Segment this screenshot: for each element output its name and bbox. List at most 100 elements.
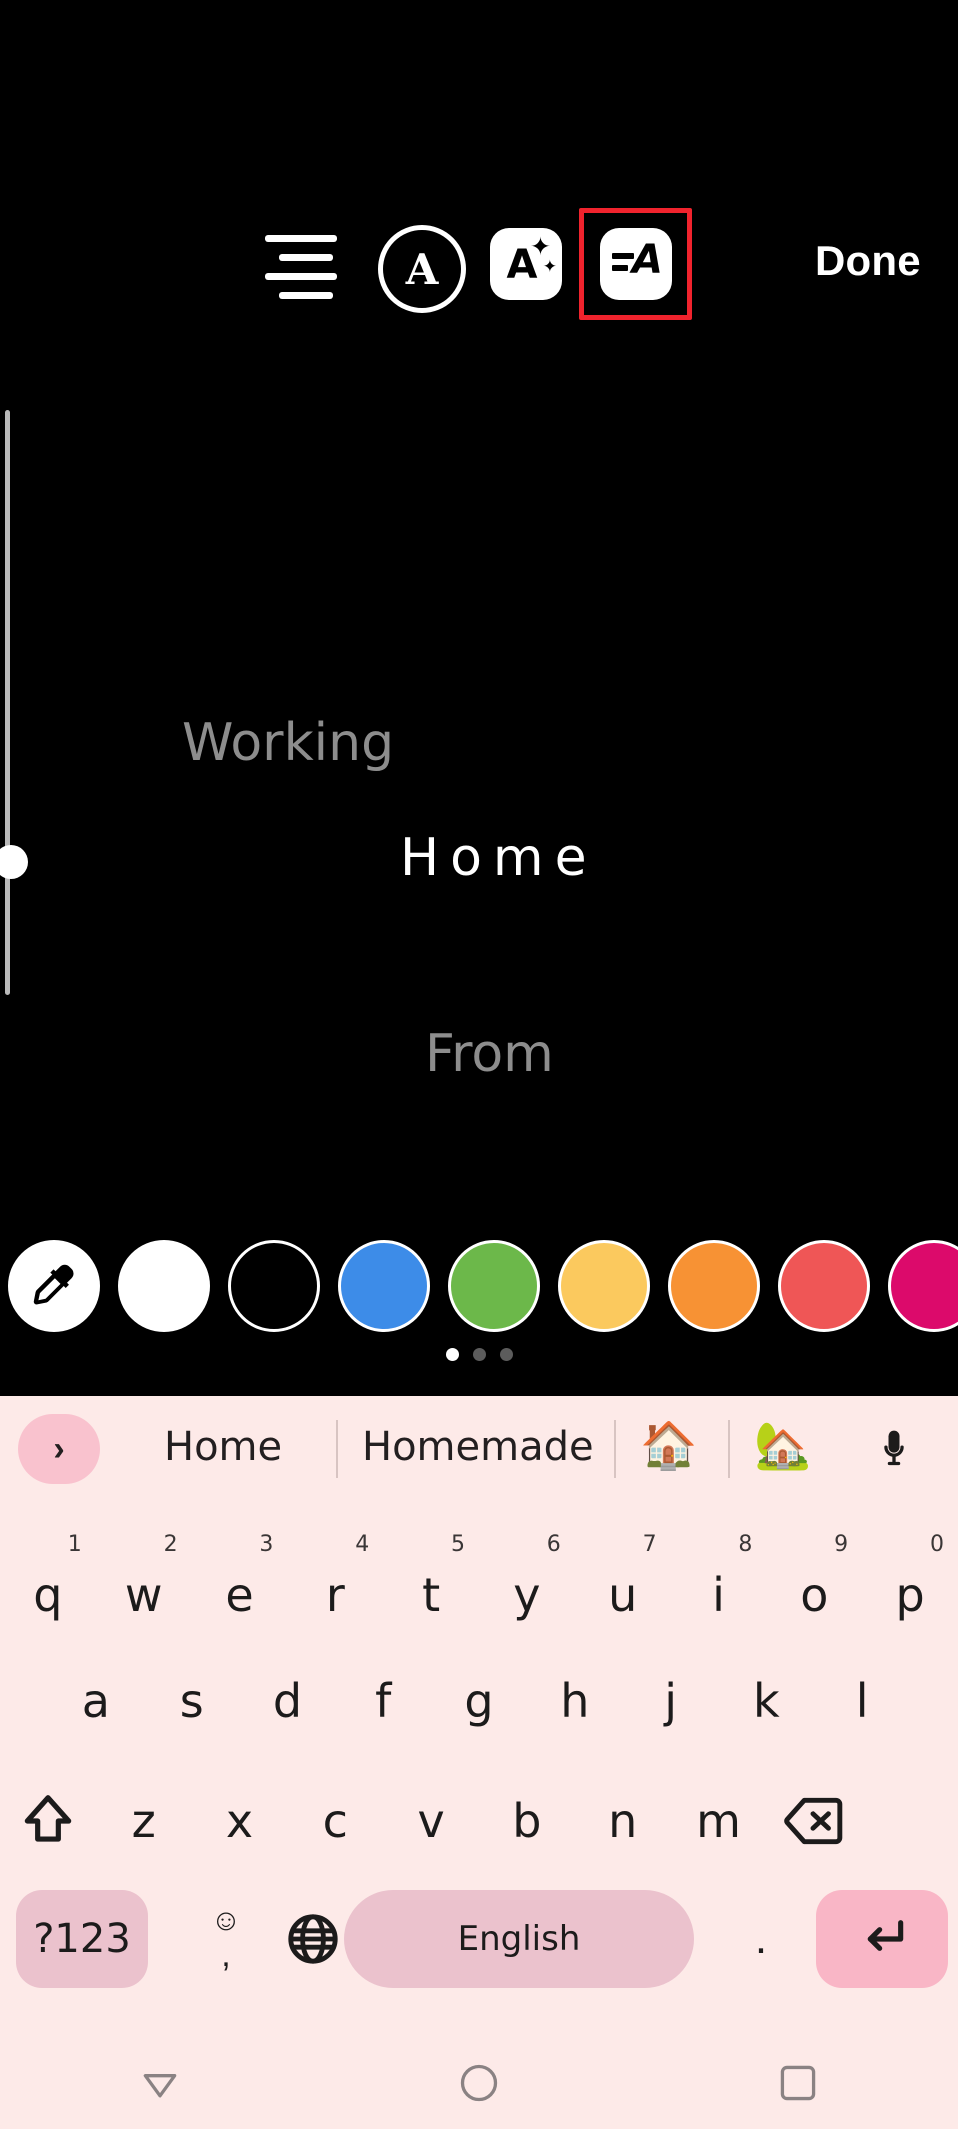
key-i-label: i (712, 1568, 725, 1622)
backspace-glyph (784, 1797, 843, 1845)
key-u-label: u (608, 1568, 638, 1622)
page-dot[interactable] (499, 1348, 513, 1361)
key-e-label: e (225, 1568, 254, 1622)
numeric-mode-key[interactable]: ?123 (16, 1890, 148, 1988)
software-keyboard[interactable]: › Home Homemade 🏠 🏡 1q 2w 3e 4r 5t 6y 7u… (0, 1396, 958, 2036)
swatch-red[interactable] (778, 1240, 870, 1332)
key-o[interactable]: 9o (766, 1526, 862, 1636)
swatch-white[interactable] (118, 1240, 210, 1332)
key-t[interactable]: 5t (383, 1526, 479, 1636)
key-r-number: 4 (355, 1532, 370, 1557)
phone-screen: A A ✦ ✦ A Done Working Home From › Home … (0, 0, 958, 2129)
nav-home-circle-icon[interactable] (449, 2053, 509, 2113)
page-dot-active[interactable] (445, 1348, 459, 1361)
nav-back-triangle-icon[interactable] (130, 2053, 190, 2113)
key-p-label: p (895, 1568, 925, 1622)
key-p[interactable]: 0p (862, 1526, 958, 1636)
text-content-layer[interactable]: Working Home From (0, 0, 958, 1250)
color-palette-row[interactable] (0, 1240, 958, 1340)
key-w-label: w (124, 1568, 163, 1622)
key-t-number: 5 (450, 1532, 465, 1557)
key-b[interactable]: b (479, 1766, 575, 1876)
enter-glyph (867, 1920, 904, 1951)
suggestion-divider (728, 1420, 730, 1478)
key-u[interactable]: 7u (575, 1526, 671, 1636)
suggestion-word-1[interactable]: Home (164, 1424, 282, 1470)
key-c[interactable]: c (287, 1766, 383, 1876)
backspace-icon[interactable] (766, 1766, 862, 1876)
space-key[interactable]: English (344, 1890, 694, 1988)
period-key[interactable]: . (716, 1890, 806, 1988)
key-j[interactable]: j (623, 1646, 719, 1756)
key-m[interactable]: m (671, 1766, 767, 1876)
back-glyph (143, 2073, 176, 2097)
suggestion-divider (336, 1420, 338, 1478)
swatch-blue[interactable] (338, 1240, 430, 1332)
smiley-glyph: ☺ (210, 1904, 242, 1937)
key-q-number: 1 (67, 1532, 82, 1557)
key-y-label: y (513, 1568, 541, 1622)
swatch-green[interactable] (448, 1240, 540, 1332)
key-k[interactable]: k (718, 1646, 814, 1756)
system-navigation-bar[interactable] (0, 2036, 958, 2129)
key-t-label: t (422, 1568, 441, 1622)
key-w-number: 2 (163, 1532, 178, 1557)
key-u-number: 7 (642, 1532, 657, 1557)
key-e-number: 3 (259, 1532, 274, 1557)
shift-arrow-icon[interactable] (0, 1766, 96, 1876)
text-line-home[interactable]: Home (400, 828, 598, 888)
key-f[interactable]: f (335, 1646, 431, 1756)
key-g[interactable]: g (431, 1646, 527, 1756)
key-v[interactable]: v (383, 1766, 479, 1876)
key-y[interactable]: 6y (479, 1526, 575, 1636)
swatch-orange[interactable] (668, 1240, 760, 1332)
key-r[interactable]: 4r (287, 1526, 383, 1636)
key-o-number: 9 (834, 1532, 849, 1557)
keyboard-row-1[interactable]: 1q 2w 3e 4r 5t 6y 7u 8i 9o 0p (0, 1526, 958, 1636)
key-p-number: 0 (929, 1532, 944, 1557)
key-n[interactable]: n (575, 1766, 671, 1876)
keyboard-row-2[interactable]: a s d f g h j k l (0, 1646, 958, 1756)
nav-recents-square-icon[interactable] (768, 2053, 828, 2113)
suggestion-word-2[interactable]: Homemade (362, 1424, 594, 1470)
globe-glyph (288, 1914, 338, 1964)
key-q[interactable]: 1q (0, 1526, 96, 1636)
expand-suggestions-button[interactable]: › (18, 1414, 100, 1484)
enter-return-icon[interactable] (816, 1890, 948, 1988)
suggestion-emoji-house-garden[interactable]: 🏡 (754, 1420, 811, 1471)
suggestion-bar[interactable]: › Home Homemade 🏠 🏡 (0, 1396, 958, 1501)
microphone-icon[interactable] (872, 1416, 916, 1482)
recents-glyph (781, 2065, 816, 2100)
key-w[interactable]: 2w (96, 1526, 192, 1636)
palette-page-dots (0, 1348, 958, 1361)
key-e[interactable]: 3e (192, 1526, 288, 1636)
suggestion-emoji-house[interactable]: 🏠 (640, 1420, 697, 1471)
shift-glyph (24, 1795, 72, 1842)
text-editor-canvas[interactable]: A A ✦ ✦ A Done Working Home From (0, 0, 958, 1396)
key-r-label: r (325, 1568, 345, 1622)
swatch-black[interactable] (228, 1240, 320, 1332)
key-q-label: q (33, 1568, 63, 1622)
home-glyph (460, 2064, 498, 2101)
suggestion-divider (614, 1420, 616, 1478)
key-i[interactable]: 8i (671, 1526, 767, 1636)
swatch-magenta[interactable] (888, 1240, 958, 1332)
key-l[interactable]: l (814, 1646, 910, 1756)
comma-label: , (221, 1936, 231, 1974)
text-line-working[interactable]: Working (182, 713, 394, 773)
key-i-number: 8 (738, 1532, 753, 1557)
swatch-yellow[interactable] (558, 1240, 650, 1332)
eyedropper-icon (33, 1264, 74, 1305)
swatch-eyedropper[interactable] (8, 1240, 100, 1332)
key-x[interactable]: x (192, 1766, 288, 1876)
key-z[interactable]: z (96, 1766, 192, 1876)
key-s[interactable]: s (144, 1646, 240, 1756)
key-d[interactable]: d (240, 1646, 336, 1756)
key-h[interactable]: h (527, 1646, 623, 1756)
text-line-from[interactable]: From (425, 1024, 554, 1084)
page-dot[interactable] (472, 1348, 486, 1361)
key-a[interactable]: a (48, 1646, 144, 1756)
key-o-label: o (800, 1568, 829, 1622)
key-y-number: 6 (546, 1532, 561, 1557)
keyboard-row-3[interactable]: z x c v b n m (0, 1766, 958, 1876)
